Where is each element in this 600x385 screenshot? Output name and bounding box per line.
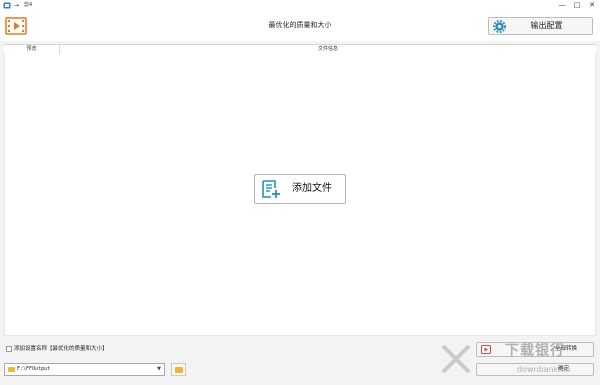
watermark-title: 下载银行 [505, 343, 565, 359]
output-path-select[interactable]: F:\FFOutput ▼ [4, 363, 165, 376]
add-file-button[interactable]: 添加文件 [254, 174, 346, 204]
browse-folder-button[interactable] [171, 363, 186, 376]
add-setting-name-label: 添加设置名称【最优化的质量和大小】 [14, 346, 108, 352]
column-file-info[interactable]: 文件信息 [60, 45, 596, 54]
open-folder-icon [175, 367, 183, 373]
watermark-logo-icon [441, 344, 471, 374]
output-config-button[interactable]: 输出配置 [488, 17, 593, 35]
output-config-label: 输出配置 [530, 21, 563, 30]
column-preview[interactable]: 预览 [4, 45, 60, 54]
add-setting-name-checkbox[interactable] [6, 346, 12, 352]
add-file-label: 添加文件 [292, 183, 332, 194]
maximize-button[interactable]: □ [570, 0, 584, 11]
back-arrow-icon[interactable]: → [14, 0, 19, 11]
output-path-value: F:\FFOutput [17, 366, 51, 372]
convert-icon [481, 345, 491, 354]
chevron-down-icon[interactable]: ▼ [157, 364, 161, 375]
add-file-icon [262, 180, 280, 198]
app-icon [3, 2, 11, 9]
folder-icon [8, 367, 15, 372]
watermark-url: downbank.cn [517, 365, 571, 374]
window-title: 剪4 [24, 2, 33, 8]
header: 最优化的质量和大小 输出配置 [0, 11, 600, 41]
minimize-button[interactable]: — [555, 0, 569, 11]
close-button[interactable]: ✕ [585, 0, 599, 11]
